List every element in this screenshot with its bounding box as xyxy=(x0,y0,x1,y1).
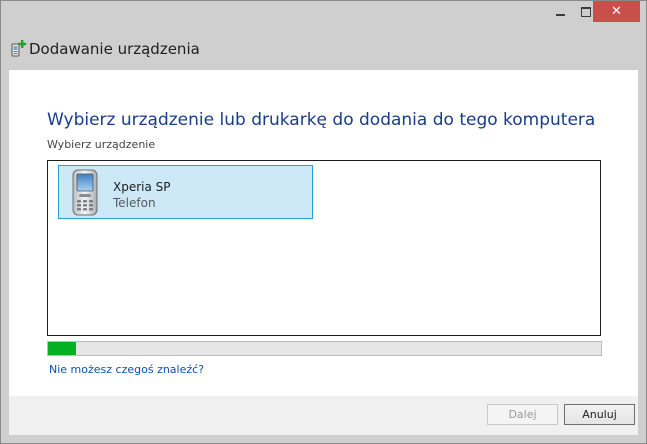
dialog-header: Dodawanie urządzenia xyxy=(9,31,638,70)
minimize-button[interactable] xyxy=(547,1,573,22)
device-list-label: Wybierz urządzenie xyxy=(47,138,156,151)
device-item-xperia-sp[interactable]: Xperia SP Telefon xyxy=(58,165,313,219)
progress-fill xyxy=(48,342,76,355)
main-instruction: Wybierz urządzenie lub drukarkę do dodan… xyxy=(47,110,596,130)
dialog-footer: Dalej Anuluj xyxy=(9,396,638,435)
maximize-icon xyxy=(581,6,591,17)
dialog-window: ✕ Dodawanie urządzenia Wybierz urządzeni… xyxy=(0,0,647,444)
device-type: Telefon xyxy=(113,196,156,210)
close-button[interactable]: ✕ xyxy=(593,1,640,22)
title-bar[interactable]: ✕ xyxy=(1,1,646,31)
device-name: Xperia SP xyxy=(113,180,171,194)
dialog-title: Dodawanie urządzenia xyxy=(29,40,200,58)
search-progress-bar xyxy=(47,341,602,356)
dialog-content: Wybierz urządzenie lub drukarkę do dodan… xyxy=(9,70,638,396)
add-device-icon xyxy=(11,40,27,57)
next-button[interactable]: Dalej xyxy=(487,404,558,425)
close-icon: ✕ xyxy=(611,4,622,19)
minimize-icon xyxy=(555,13,565,16)
cant-find-link[interactable]: Nie możesz czegoś znaleźć? xyxy=(49,363,204,376)
device-list[interactable]: Xperia SP Telefon xyxy=(47,160,601,336)
phone-icon xyxy=(72,169,98,216)
cancel-button[interactable]: Anuluj xyxy=(564,404,635,425)
